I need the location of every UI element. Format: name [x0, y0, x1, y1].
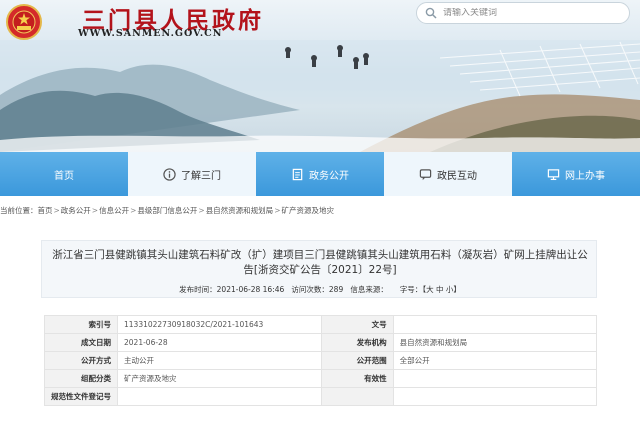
article-title: 浙江省三门县健跳镇其头山建筑石料矿改（扩）建项目三门县健跳镇其头山建筑用石料（凝…: [52, 249, 588, 276]
main-nav: 首页 了解三门 政务公开 政民互动 网上办事: [0, 152, 640, 196]
table-row: 规范性文件登记号: [44, 387, 598, 406]
org-value: 县自然资源和规划局: [392, 333, 598, 352]
empty-value: [392, 387, 598, 406]
validity-label: 有效性: [320, 369, 394, 388]
docno-value: [392, 315, 598, 334]
org-label: 发布机构: [320, 333, 394, 352]
empty-label: [320, 387, 394, 406]
index-label: 索引号: [44, 315, 118, 334]
breadcrumb-item[interactable]: 县级部门信息公开: [137, 205, 197, 216]
search-input[interactable]: [443, 8, 613, 18]
breadcrumb-item[interactable]: 矿产资源及地灾: [281, 205, 334, 216]
font-size-label: 字号：: [399, 285, 423, 294]
info-icon: [163, 167, 176, 181]
breadcrumb-item[interactable]: 首页: [38, 205, 53, 216]
category-label: 组配分类: [44, 369, 118, 388]
font-size-large-button[interactable]: 大: [426, 285, 434, 294]
nav-item-label: 政务公开: [309, 170, 349, 182]
breadcrumb-separator: >: [53, 205, 60, 215]
validity-value: [392, 369, 598, 388]
mode-label: 公开方式: [44, 351, 118, 370]
breadcrumb-separator: >: [130, 205, 137, 215]
regno-label: 规范性文件登记号: [44, 387, 118, 406]
nav-item-online-services[interactable]: 网上办事: [512, 152, 640, 196]
breadcrumb-separator: >: [198, 205, 205, 215]
views-count: 289: [328, 285, 344, 294]
nav-item-label: 政民互动: [437, 170, 477, 182]
nav-item-label: 了解三门: [181, 170, 221, 182]
header-banner: 三门县人民政府 WWW.SANMEN.GOV.CN: [0, 0, 640, 152]
search-icon[interactable]: [425, 7, 437, 19]
publish-time: 2021-06-28 16:46: [216, 285, 285, 294]
table-row: 组配分类 矿产资源及地灾 有效性: [44, 369, 598, 388]
scope-label: 公开范围: [320, 351, 394, 370]
source-label: 信息来源：: [350, 285, 388, 294]
font-size-medium-button[interactable]: 中: [436, 285, 444, 294]
nav-item-about[interactable]: 了解三门: [128, 152, 256, 196]
article-header: 浙江省三门县健跳镇其头山建筑石料矿改（扩）建项目三门县健跳镇其头山建筑用石料（凝…: [41, 240, 597, 298]
breadcrumb-item[interactable]: 政务公开: [61, 205, 91, 216]
breadcrumb-separator: >: [274, 205, 281, 215]
site-domain: WWW.SANMEN.GOV.CN: [78, 28, 223, 39]
info-table: 索引号 11331022730918032C/2021-101643 文号 成文…: [44, 315, 598, 406]
scope-value: 全部公开: [392, 351, 598, 370]
nav-item-government-affairs[interactable]: 政务公开: [256, 152, 384, 196]
nav-item-interaction[interactable]: 政民互动: [384, 152, 512, 196]
publish-time-label: 发布时间：: [179, 285, 217, 294]
date-label: 成文日期: [44, 333, 118, 352]
nav-item-home[interactable]: 首页: [0, 152, 128, 196]
nav-item-label: 网上办事: [565, 170, 605, 182]
breadcrumb: 当前位置： 首页 > 政务公开 > 信息公开 > 县级部门信息公开 > 县自然资…: [0, 203, 640, 217]
docno-label: 文号: [320, 315, 394, 334]
monitor-icon: [547, 168, 560, 180]
breadcrumb-separator: >: [91, 205, 99, 215]
search-box[interactable]: [416, 2, 630, 24]
nav-item-label: 首页: [54, 170, 74, 182]
national-emblem-icon: [6, 4, 42, 40]
table-row: 成文日期 2021-06-28 发布机构 县自然资源和规划局: [44, 333, 598, 352]
table-row: 索引号 11331022730918032C/2021-101643 文号: [44, 315, 598, 334]
chat-icon: [419, 168, 432, 180]
regno-value: [117, 387, 322, 406]
mode-value: 主动公开: [117, 351, 322, 370]
document-icon: [292, 168, 303, 180]
breadcrumb-label: 当前位置：: [0, 205, 38, 215]
breadcrumb-item[interactable]: 信息公开: [99, 205, 129, 216]
views-label: 访问次数：: [291, 285, 329, 294]
category-value: 矿产资源及地灾: [117, 369, 322, 388]
date-value: 2021-06-28: [117, 333, 322, 352]
font-bracket-close: 】: [453, 285, 461, 294]
table-row: 公开方式 主动公开 公开范围 全部公开: [44, 351, 598, 370]
index-value: 11331022730918032C/2021-101643: [117, 315, 322, 334]
breadcrumb-item[interactable]: 县自然资源和规划局: [206, 205, 274, 216]
article-meta: 发布时间：2021-06-28 16:46 访问次数：289 信息来源： 字号：…: [42, 284, 598, 295]
